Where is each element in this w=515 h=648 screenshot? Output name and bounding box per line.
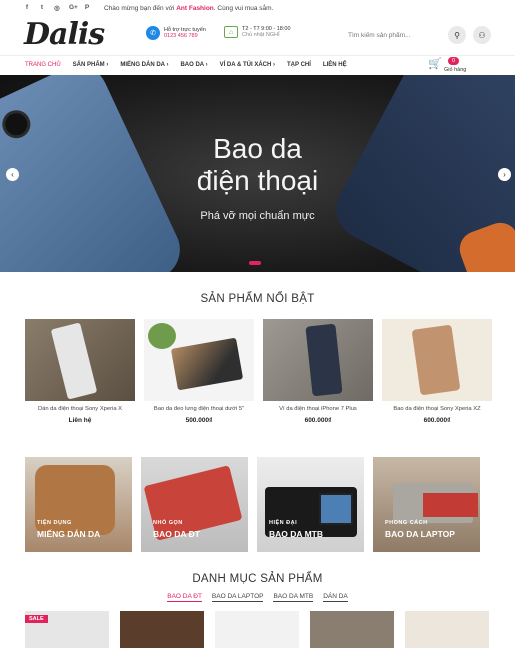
banner-tagline: NHỎ GỌN — [153, 520, 183, 526]
product-price: 500.000₫ — [185, 417, 213, 424]
top-bar: f t ◎ G+ P Chào mừng bạn đến với Ant Fas… — [0, 0, 515, 16]
product-card[interactable]: Ví da điện thoại iPhone 7 Plus 600.000₫ — [263, 319, 373, 424]
google-plus-icon[interactable]: G+ — [69, 4, 78, 12]
nav-item-wallets[interactable]: VÍ DA & TÚI XÁCH › — [220, 62, 275, 68]
greeting-prefix: Chào mừng bạn đến với — [104, 4, 175, 12]
cart[interactable]: 🛒 0 Giỏ hàng — [428, 57, 488, 75]
product-name[interactable]: Bao da điện thoại Sony Xperia XZ — [382, 406, 492, 414]
category-banners: TIỆN DỤNG MIẾNG DÁN DA NHỎ GỌN BAO DA ĐT… — [25, 457, 491, 552]
product-image[interactable] — [382, 319, 492, 401]
nav-item-products[interactable]: SẢN PHẨM › — [73, 62, 109, 68]
banner-tagline: HIỆN ĐẠI — [269, 520, 298, 526]
brand-name: Ant Fashion — [176, 4, 214, 12]
search-box: ⚲ — [340, 26, 466, 44]
hero-title-line2: điện thoại — [196, 165, 319, 196]
product-card[interactable]: Dán da điện thoại Sony Xperia X Liên hệ — [25, 319, 135, 424]
banner-title[interactable]: MIẾNG DÁN DA — [37, 529, 100, 539]
slider-prev-icon[interactable]: ‹ — [6, 168, 19, 181]
greeting-text: Chào mừng bạn đến với Ant Fashion. Cùng … — [104, 5, 273, 12]
search-icon[interactable]: ⚲ — [448, 26, 466, 44]
cart-label[interactable]: Giỏ hàng — [444, 67, 466, 73]
tab-tablet-cases[interactable]: BAO DA MTB — [273, 593, 314, 602]
nav-item-home[interactable]: TRANG CHỦ — [25, 62, 61, 68]
twitter-icon[interactable]: t — [39, 4, 45, 12]
nav-item-cases[interactable]: BAO DA › — [180, 62, 207, 68]
cart-icon[interactable]: 🛒 — [428, 57, 442, 70]
product-image[interactable] — [144, 319, 254, 401]
banner-tagline: PHONG CÁCH — [385, 520, 428, 526]
product-name[interactable]: Bao da đeo lưng điện thoại dưới 5" — [144, 406, 254, 414]
banner-title[interactable]: BAO DA ĐT — [153, 529, 200, 539]
support-phone[interactable]: 0123 456 789 — [164, 33, 206, 39]
product-card[interactable]: Bao da điện thoại Sony Xperia XZ 600.000… — [382, 319, 492, 424]
nav-item-skins[interactable]: MIẾNG DÁN DA › — [120, 62, 168, 68]
instagram-icon[interactable]: ◎ — [54, 4, 60, 12]
banner-title[interactable]: BAO DA LAPTOP — [385, 529, 455, 539]
facebook-icon[interactable]: f — [24, 4, 30, 12]
product-price: Liên hệ — [68, 417, 92, 424]
hours-note: Chủ nhật NGHỈ — [242, 32, 280, 38]
tab-phone-cases[interactable]: BAO DA ĐT — [167, 593, 202, 602]
cart-count-badge: 0 — [448, 57, 460, 65]
product-image[interactable] — [405, 611, 489, 648]
header: Dalis ✆ Hỗ trợ trực tuyến 0123 456 789 ⌂… — [0, 17, 515, 55]
slider-dot-active[interactable] — [249, 261, 261, 265]
opening-hours: ⌂ T2 - T7 9:00 - 18:00 Chủ nhật NGHỈ — [224, 26, 291, 38]
hero-subtitle: Phá vỡ mọi chuẩn mực — [200, 210, 315, 222]
hero-title: Bao da điện thoại — [0, 133, 515, 197]
product-card[interactable]: Bao da đeo lưng điện thoại dưới 5" 500.0… — [144, 319, 254, 424]
tab-laptop-cases[interactable]: BAO DA LAPTOP — [211, 593, 264, 602]
banner-title[interactable]: BAO DA MTB — [269, 529, 323, 539]
search-input[interactable] — [340, 31, 444, 39]
product-image[interactable] — [215, 611, 299, 648]
pinterest-icon[interactable]: P — [84, 4, 90, 12]
tab-skins[interactable]: DÁN DA — [323, 593, 348, 602]
hero-slider: Bao da điện thoại Phá vỡ mọi chuẩn mực ‹… — [0, 75, 515, 272]
product-image[interactable] — [310, 611, 394, 648]
nav-item-contact[interactable]: LIÊN HỆ — [323, 62, 347, 68]
banner-tagline: TIỆN DỤNG — [37, 520, 72, 526]
featured-products: Dán da điện thoại Sony Xperia X Liên hệ … — [25, 319, 492, 424]
catalog-products: SALE — [25, 611, 491, 648]
product-name[interactable]: Dán da điện thoại Sony Xperia X — [25, 406, 135, 414]
chat-icon: ✆ — [146, 26, 160, 40]
logo[interactable]: Dalis — [24, 17, 105, 52]
category-banner-skins[interactable]: TIỆN DỤNG MIẾNG DÁN DA — [25, 457, 132, 552]
catalog-title: DANH MỤC SẢN PHẨM — [192, 573, 323, 585]
sale-badge: SALE — [25, 615, 48, 623]
product-image[interactable] — [25, 319, 135, 401]
featured-title: SẢN PHẨM NỔI BẬT — [200, 293, 315, 305]
hero-title-line1: Bao da — [213, 133, 302, 164]
social-links: f t ◎ G+ P — [24, 4, 90, 12]
slider-next-icon[interactable]: › — [498, 168, 511, 181]
category-banner-laptop-cases[interactable]: PHONG CÁCH BAO DA LAPTOP — [373, 457, 480, 552]
shop-icon: ⌂ — [224, 26, 238, 38]
product-image[interactable] — [263, 319, 373, 401]
product-price: 600.000₫ — [423, 417, 451, 424]
category-banner-phone-cases[interactable]: NHỎ GỌN BAO DA ĐT — [141, 457, 248, 552]
category-banner-tablet-cases[interactable]: HIỆN ĐẠI BAO DA MTB — [257, 457, 364, 552]
user-icon[interactable]: ⚇ — [473, 26, 491, 44]
product-image[interactable]: SALE — [25, 611, 109, 648]
nav-item-magazine[interactable]: TẠP CHÍ — [287, 62, 311, 68]
catalog-tabs: BAO DA ĐT BAO DA LAPTOP BAO DA MTB DÁN D… — [0, 593, 515, 602]
product-name[interactable]: Ví da điện thoại iPhone 7 Plus — [263, 406, 373, 414]
support-info: ✆ Hỗ trợ trực tuyến 0123 456 789 — [146, 26, 206, 40]
greeting-suffix: . Cùng vui mua sắm. — [213, 4, 274, 12]
product-image[interactable] — [120, 611, 204, 648]
product-price: 600.000₫ — [304, 417, 332, 424]
